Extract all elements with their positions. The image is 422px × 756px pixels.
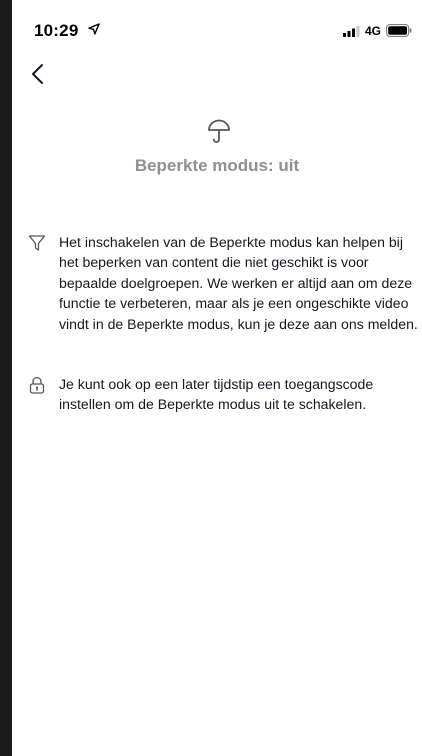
back-button[interactable] <box>26 62 50 86</box>
network-label: 4G <box>365 24 382 38</box>
umbrella-icon <box>208 119 230 143</box>
screen: 10:29 4G Beperkte modus: uit Het inschak… <box>12 0 422 756</box>
location-arrow-icon <box>88 23 100 35</box>
status-bar: 10:29 4G <box>12 0 422 46</box>
filter-icon <box>28 235 46 251</box>
signal-icon <box>343 26 360 37</box>
status-time: 10:29 <box>34 21 79 40</box>
lock-icon <box>29 376 45 394</box>
battery-icon <box>386 24 412 37</box>
info-text-restricted-mode: Het inschakelen van de Beperkte modus ka… <box>59 234 418 332</box>
page-title: Beperkte modus: uit <box>134 156 300 175</box>
info-text-passcode: Je kunt ook op een later tijdstip een to… <box>59 376 374 413</box>
